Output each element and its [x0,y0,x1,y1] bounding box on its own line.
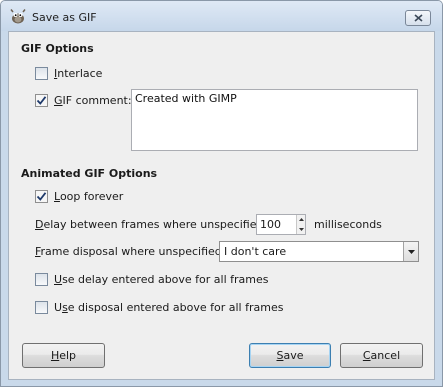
loop-forever-checkbox[interactable] [35,190,48,203]
title-bar[interactable]: Save as GIF [1,1,442,31]
interlace-checkbox[interactable] [35,67,48,80]
chevron-up-icon [298,218,304,222]
frame-disposal-value: I don't care [224,245,287,258]
checkmark-icon [36,192,47,201]
gif-comment-checkbox[interactable] [35,94,48,107]
window-title: Save as GIF [32,11,97,24]
save-as-gif-dialog: Save as GIF GIF Options Interlace GIF co… [0,0,443,387]
checkmark-icon [36,96,47,105]
gimp-wilber-icon [10,9,26,24]
use-delay-all-label: Use delay entered above for all frames [54,273,269,286]
close-icon [413,14,423,22]
use-disposal-all-option[interactable]: Use disposal entered above for all frame… [35,301,283,314]
gif-comment-label: GIF comment: [54,94,132,107]
delay-value[interactable]: 100 [257,215,296,234]
save-button[interactable]: Save [249,343,331,368]
help-button[interactable]: Help [22,343,105,368]
chevron-down-icon [298,227,304,231]
chevron-down-icon [407,249,415,254]
spin-up-button[interactable] [297,215,305,225]
delay-label: Delay between frames where unspecified: [35,218,268,231]
interlace-option[interactable]: Interlace [35,67,102,80]
cancel-button[interactable]: Cancel [340,343,423,368]
use-disposal-all-checkbox[interactable] [35,301,48,314]
dropdown-button[interactable] [403,242,418,261]
gif-comment-textarea[interactable]: Created with GIMP [131,89,418,151]
delay-spinbutton[interactable]: 100 [256,214,306,235]
loop-forever-option[interactable]: Loop forever [35,190,123,203]
frame-disposal-select[interactable]: I don't care [219,241,419,262]
interlace-label: Interlace [54,67,103,80]
close-button[interactable] [405,10,431,26]
loop-forever-label: Loop forever [54,190,124,203]
gif-options-heading: GIF Options [21,42,94,55]
use-disposal-all-label: Use disposal entered above for all frame… [54,301,284,314]
disposal-label: Frame disposal where unspecified: [35,245,226,258]
spin-down-button[interactable] [297,224,305,234]
dialog-content: GIF Options Interlace GIF comment: Creat… [8,31,435,380]
use-delay-all-checkbox[interactable] [35,273,48,286]
milliseconds-label: milliseconds [314,218,382,231]
gif-comment-option[interactable]: GIF comment: [35,94,132,107]
animated-gif-options-heading: Animated GIF Options [21,167,158,180]
use-delay-all-option[interactable]: Use delay entered above for all frames [35,273,269,286]
